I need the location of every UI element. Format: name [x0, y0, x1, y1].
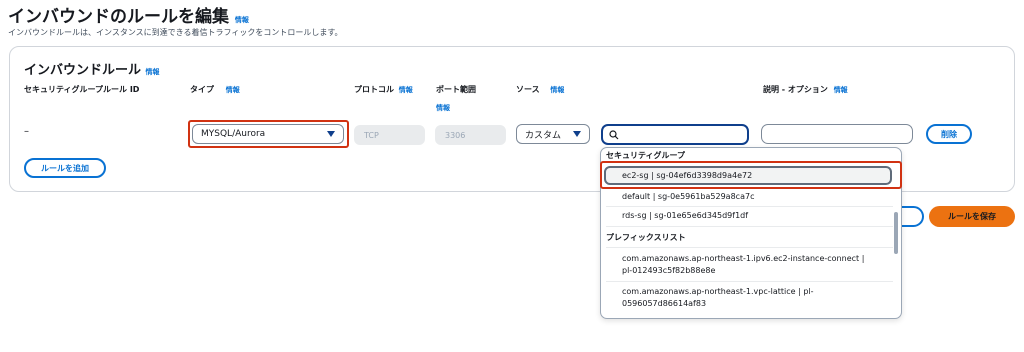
col-header-protocol: プロトコル 情報	[354, 85, 413, 94]
page-title: インバウンドのルールを編集 情報	[8, 7, 249, 27]
col-header-source: ソース 情報	[516, 85, 565, 94]
prefix-list-header: プレフィックスリスト	[606, 233, 686, 242]
divider	[606, 206, 893, 207]
caret-down-icon	[327, 131, 335, 137]
divider	[606, 226, 893, 227]
caret-down-icon	[573, 131, 581, 137]
rule-id-value: –	[24, 126, 29, 137]
prefix-list-option-ec2-instance-connect[interactable]: com.amazonaws.ap-northeast-1.ipv6.ec2-in…	[622, 254, 864, 275]
option-label-line1: com.amazonaws.ap-northeast-1.vpc-lattice…	[622, 287, 814, 296]
panel-info-link[interactable]: 情報	[146, 68, 160, 76]
security-group-header: セキュリティグループ	[606, 151, 686, 160]
search-icon	[609, 130, 619, 140]
type-info-link[interactable]: 情報	[226, 86, 240, 94]
option-label-line2: pl-012493c5f82b88e8e	[622, 266, 716, 275]
source-info-link[interactable]: 情報	[550, 86, 564, 94]
col-header-description: 説明 - オプション 情報	[763, 85, 848, 94]
col-header-port-range: ポート範囲	[436, 85, 476, 94]
security-group-option-rds-sg[interactable]: rds-sg | sg-01e65e6d345d9f1df	[622, 211, 748, 220]
port-range-field: 3306	[435, 125, 506, 145]
add-rule-button[interactable]: ルールを追加	[24, 158, 106, 178]
source-search-input[interactable]	[601, 124, 749, 145]
dropdown-scrollbar[interactable]	[894, 212, 898, 254]
delete-button[interactable]: 削除	[926, 124, 972, 144]
divider	[606, 281, 893, 282]
option-label: ec2-sg | sg-04ef6d3398d9a4e72	[622, 171, 753, 180]
type-select[interactable]: MYSQL/Aurora	[192, 124, 344, 144]
page-subtitle: インバウンドルールは、インスタンスに到達できる着信トラフィックをコントロールしま…	[8, 28, 343, 37]
option-label-line1: com.amazonaws.ap-northeast-1.ipv6.ec2-in…	[622, 254, 865, 263]
protocol-info-link[interactable]: 情報	[399, 86, 413, 94]
protocol-field: TCP	[354, 125, 425, 145]
page-info-link[interactable]: 情報	[235, 16, 249, 24]
col-header-rule-id: セキュリティグループルール ID	[24, 85, 140, 94]
description-input[interactable]	[761, 124, 913, 144]
panel-title: インバウンドルール 情報	[24, 63, 160, 78]
option-label-line2: 0596057d86614af83	[622, 299, 707, 308]
divider	[606, 247, 893, 248]
save-rules-button[interactable]: ルールを保存	[929, 206, 1015, 227]
source-select[interactable]: カスタム	[516, 124, 590, 144]
port-info-link[interactable]: 情報	[436, 103, 450, 113]
col-header-type: タイプ 情報	[190, 85, 240, 94]
description-info-link[interactable]: 情報	[834, 86, 848, 94]
prefix-list-option-vpc-lattice[interactable]: com.amazonaws.ap-northeast-1.vpc-lattice…	[622, 287, 814, 308]
security-group-option-default[interactable]: default | sg-0e5961ba529a8ca7c	[622, 192, 754, 201]
